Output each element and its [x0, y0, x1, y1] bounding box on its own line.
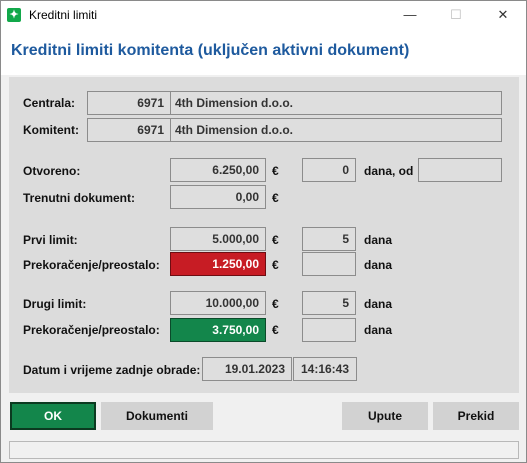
- status-bar: [9, 441, 519, 459]
- prvi-limit-days-label: dana: [364, 233, 393, 247]
- prvi-prekoracenje-currency: €: [272, 258, 279, 272]
- komitent-code-field: 6971: [87, 118, 171, 142]
- centrala-code-field: 6971: [87, 91, 171, 115]
- prvi-prekoracenje-label: Prekoračenje/preostalo:: [23, 258, 160, 272]
- minimize-button[interactable]: —: [387, 1, 433, 29]
- dokumenti-button[interactable]: Dokumenti: [101, 402, 213, 430]
- drugi-limit-label: Drugi limit:: [23, 297, 87, 311]
- otvoreno-currency: €: [272, 164, 279, 178]
- drugi-limit-days-field: 5: [302, 291, 356, 315]
- trenutni-label: Trenutni dokument:: [23, 191, 135, 205]
- komitent-name-field: 4th Dimension d.o.o.: [170, 118, 502, 142]
- prvi-limit-currency: €: [272, 233, 279, 247]
- last-processing-time-field: 14:16:43: [293, 357, 357, 381]
- otvoreno-from-field: [418, 158, 502, 182]
- last-processing-date-field: 19.01.2023: [202, 357, 292, 381]
- app-icon: ✦: [7, 8, 21, 22]
- upute-button[interactable]: Upute: [342, 402, 428, 430]
- drugi-limit-days-label: dana: [364, 297, 393, 311]
- maximize-button[interactable]: ☐: [433, 1, 479, 29]
- otvoreno-label: Otvoreno:: [23, 164, 81, 178]
- ok-button[interactable]: OK: [10, 402, 96, 430]
- centrala-name-field: 4th Dimension d.o.o.: [170, 91, 502, 115]
- last-processing-label: Datum i vrijeme zadnje obrade:: [23, 363, 201, 377]
- trenutni-currency: €: [272, 191, 279, 205]
- button-bar: OK Dokumenti Upute Prekid: [1, 397, 526, 437]
- prvi-prekoracenje-amount-field: 1.250,00: [170, 252, 266, 276]
- drugi-prekoracenje-amount-field: 3.750,00: [170, 318, 266, 342]
- trenutni-amount-field: 0,00: [170, 185, 266, 209]
- otvoreno-days-label: dana, od: [364, 164, 414, 178]
- title-bar: ✦ Kreditni limiti — ☐ ✕: [1, 1, 526, 29]
- prvi-limit-label: Prvi limit:: [23, 233, 78, 247]
- page-title: Kreditni limiti komitenta (uključen akti…: [11, 42, 410, 59]
- drugi-prekoracenje-currency: €: [272, 323, 279, 337]
- limits-panel: Centrala: 6971 4th Dimension d.o.o. Komi…: [9, 77, 519, 393]
- centrala-label: Centrala:: [23, 96, 76, 110]
- komitent-label: Komitent:: [23, 123, 79, 137]
- prekid-button[interactable]: Prekid: [433, 402, 519, 430]
- prvi-prekoracenje-days-label: dana: [364, 258, 393, 272]
- close-button[interactable]: ✕: [480, 1, 526, 29]
- drugi-prekoracenje-days-label: dana: [364, 323, 393, 337]
- dialog-header: Kreditni limiti komitenta (uključen akti…: [1, 29, 526, 75]
- prvi-limit-days-field: 5: [302, 227, 356, 251]
- drugi-prekoracenje-days-field: [302, 318, 356, 342]
- drugi-prekoracenje-label: Prekoračenje/preostalo:: [23, 323, 160, 337]
- window-title: Kreditni limiti: [29, 8, 98, 22]
- prvi-limit-amount-field: 5.000,00: [170, 227, 266, 251]
- drugi-limit-currency: €: [272, 297, 279, 311]
- drugi-limit-amount-field: 10.000,00: [170, 291, 266, 315]
- prvi-prekoracenje-days-field: [302, 252, 356, 276]
- otvoreno-amount-field: 6.250,00: [170, 158, 266, 182]
- otvoreno-days-field: 0: [302, 158, 356, 182]
- dialog-window: ✦ Kreditni limiti — ☐ ✕ Kreditni limiti …: [0, 0, 527, 463]
